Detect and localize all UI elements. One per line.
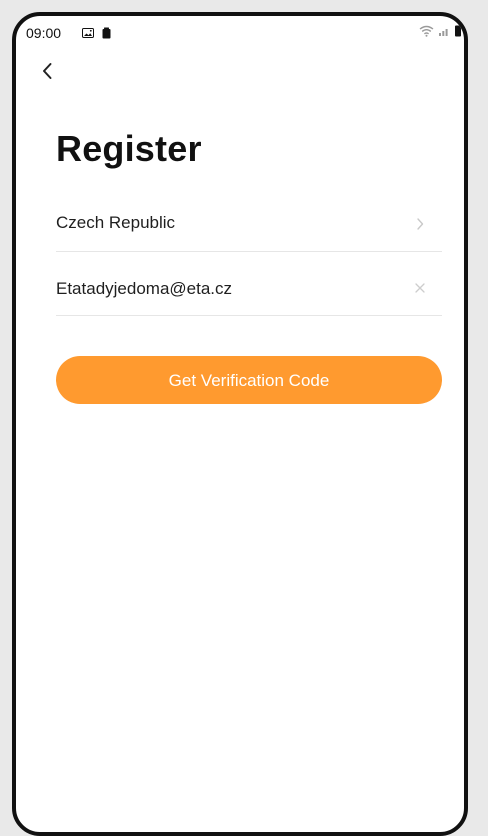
image-icon	[82, 28, 94, 38]
get-verification-code-button[interactable]: Get Verification Code	[56, 356, 442, 404]
close-icon[interactable]	[412, 280, 428, 296]
country-selector[interactable]: Czech Republic	[56, 200, 442, 252]
battery-saver-icon	[102, 27, 111, 39]
status-time: 09:00	[26, 25, 62, 41]
page-title: Register	[56, 128, 202, 169]
back-button[interactable]	[32, 56, 62, 86]
email-field[interactable]	[56, 277, 396, 301]
battery-icon	[454, 25, 462, 37]
status-right-icons	[419, 25, 462, 37]
country-value: Czech Republic	[56, 213, 176, 232]
chevron-right-icon[interactable]	[412, 216, 428, 232]
email-field-row	[56, 264, 442, 316]
signal-icon	[438, 25, 450, 37]
status-left-icons	[82, 27, 111, 39]
phone-frame: 09:00 Register Czech Republic Etatadyjed…	[12, 12, 468, 836]
status-bar: 09:00	[16, 16, 464, 48]
wifi-icon	[419, 25, 434, 37]
chevron-left-icon	[41, 62, 53, 80]
